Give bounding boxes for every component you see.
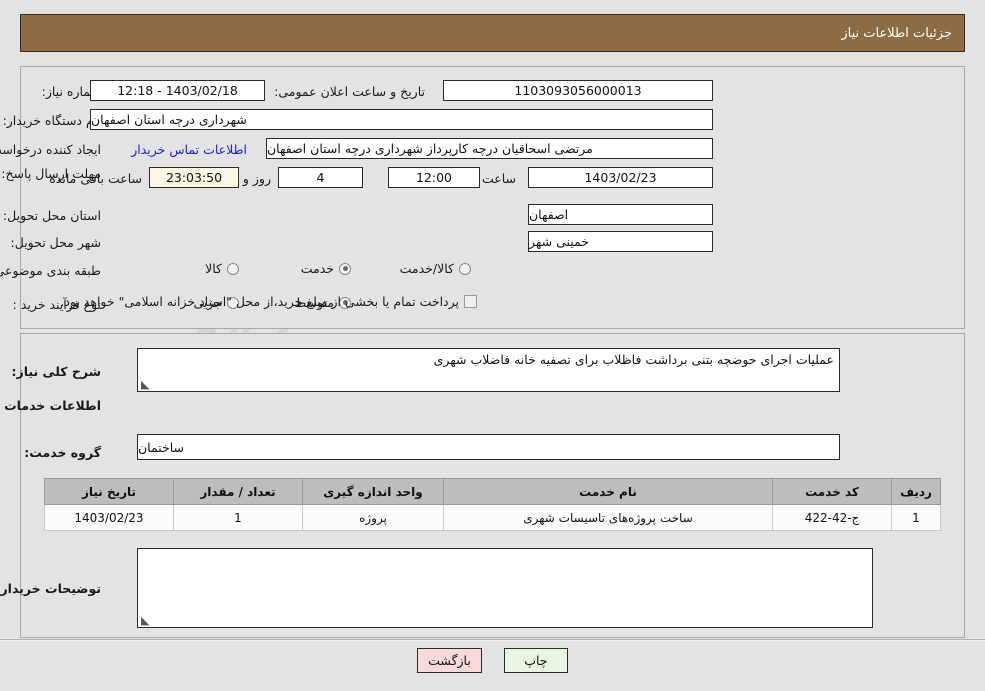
cell-unit: پروژه	[302, 504, 444, 531]
category-option-khedmat-label: خدمت	[300, 261, 334, 276]
th-row: ردیف	[891, 478, 941, 505]
resize-grip-icon[interactable]: ◢	[141, 378, 151, 391]
radio-kala-khedmat-icon[interactable]	[459, 262, 471, 275]
th-date: تاریخ نیاز	[44, 478, 174, 505]
city-value: خمینی شهر	[528, 231, 713, 252]
print-button[interactable]: چاپ	[503, 648, 568, 673]
resize-grip-icon[interactable]: ◢	[141, 614, 151, 627]
category-option-kala-khedmat-label: کالا/خدمت	[399, 261, 454, 276]
services-section-title: اطلاعات خدمات مورد نیاز	[0, 398, 101, 413]
remaining-days-label: روز و	[242, 171, 271, 186]
province-value: اصفهان	[528, 204, 713, 225]
general-desc-label: شرح کلی نیاز:	[11, 364, 101, 379]
footer-button-row: بازگشت چاپ	[0, 648, 985, 673]
cell-name: ساخت پروژه‌های تاسیسات شهری	[443, 504, 773, 531]
cell-code: ج-42-422	[772, 504, 892, 531]
treasury-checkbox-label: پرداخت تمام یا بخشی از مبلغ خرید،از محل …	[60, 294, 459, 309]
treasury-checkbox-row[interactable]: پرداخت تمام یا بخشی از مبلغ خرید،از محل …	[60, 294, 477, 309]
cell-date: 1403/02/23	[44, 504, 174, 531]
th-unit: واحد اندازه گیری	[302, 478, 444, 505]
province-label: استان محل تحویل:	[2, 208, 101, 223]
remaining-suffix-label: ساعت باقی مانده	[49, 171, 142, 186]
category-option-kala[interactable]: کالا	[205, 261, 239, 276]
service-group-label: گروه خدمت:	[24, 445, 101, 460]
category-label: طبقه بندی موضوعی:	[0, 263, 101, 278]
general-desc-value-box[interactable]: عملیات اجرای حوضچه بتنی برداشت فاظلاب بر…	[137, 348, 840, 392]
page-root: ⟪⟪ anaTender.net جزئیات اطلاعات نیاز شما…	[0, 0, 985, 691]
deadline-hour-label: ساعت	[481, 171, 516, 186]
buyer-notes-box[interactable]: ◢	[137, 548, 873, 628]
th-name: نام خدمت	[443, 478, 773, 505]
table-header-row: ردیف کد خدمت نام خدمت واحد اندازه گیری ت…	[44, 478, 941, 505]
cell-row: 1	[891, 504, 941, 531]
category-option-khedmat[interactable]: خدمت	[301, 261, 351, 276]
creator-label: ایجاد کننده درخواست:	[0, 142, 101, 157]
th-qty: تعداد / مقدار	[173, 478, 303, 505]
remaining-days-value: 4	[278, 167, 363, 188]
category-option-kala-khedmat[interactable]: کالا/خدمت	[400, 261, 471, 276]
back-button[interactable]: بازگشت	[417, 648, 482, 673]
remaining-time-value: 23:03:50	[149, 167, 239, 188]
general-desc-value: عملیات اجرای حوضچه بتنی برداشت فاظلاب بر…	[433, 352, 834, 367]
window-title-bar: جزئیات اطلاعات نیاز	[20, 14, 965, 52]
footer-divider	[0, 639, 985, 641]
services-table: ردیف کد خدمت نام خدمت واحد اندازه گیری ت…	[44, 478, 941, 531]
radio-kala-icon[interactable]	[227, 262, 239, 275]
checkbox-treasury-icon[interactable]	[464, 295, 477, 308]
category-option-kala-label: کالا	[205, 261, 222, 276]
buyer-contact-link[interactable]: اطلاعات تماس خریدار	[131, 142, 247, 157]
need-number-value: 1103093056000013	[443, 80, 713, 101]
page-title: جزئیات اطلاعات نیاز	[841, 25, 952, 41]
service-group-value[interactable]: ساختمان	[137, 434, 840, 460]
deadline-hour-value: 12:00	[388, 167, 480, 188]
table-row: 1 ج-42-422 ساخت پروژه‌های تاسیسات شهری پ…	[44, 504, 941, 531]
buyer-org-value: شهرداری درچه استان اصفهان	[90, 109, 713, 130]
cell-qty: 1	[173, 504, 303, 531]
city-label: شهر محل تحویل:	[10, 235, 101, 250]
buyer-org-label: نام دستگاه خریدار:	[2, 113, 101, 128]
need-info-panel	[20, 66, 965, 329]
buyer-notes-label: توضیحات خریدار:	[0, 581, 101, 596]
announce-datetime-value: 1403/02/18 - 12:18	[90, 80, 265, 101]
deadline-date-value: 1403/02/23	[528, 167, 713, 188]
th-code: کد خدمت	[772, 478, 892, 505]
radio-khedmat-icon[interactable]	[339, 262, 351, 275]
announce-datetime-label: تاریخ و ساعت اعلان عمومی:	[274, 84, 425, 99]
creator-value: مرتضی اسحاقیان درچه کارپرداز شهرداری درچ…	[266, 138, 713, 159]
